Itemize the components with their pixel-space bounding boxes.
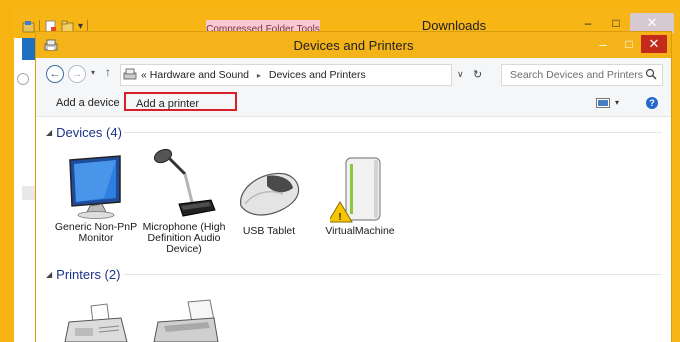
minimize-button[interactable]: – — [589, 35, 617, 53]
search-placeholder: Search Devices and Printers — [510, 69, 644, 81]
device-usb-tablet[interactable]: USB Tablet — [227, 164, 311, 237]
breadcrumb-overflow[interactable]: « — [141, 69, 147, 81]
search-icon[interactable] — [645, 68, 657, 80]
forward-button[interactable]: → — [68, 65, 86, 83]
group-divider — [124, 274, 662, 275]
new-folder-icon[interactable] — [61, 20, 74, 33]
monitor-icon — [69, 155, 121, 219]
background-back-arrow-icon[interactable] — [17, 73, 29, 85]
devices-printers-window-icon — [44, 39, 58, 51]
close-button[interactable]: ✕ — [641, 35, 667, 53]
back-button[interactable]: ← — [46, 65, 64, 83]
device-microphone[interactable]: Microphone (High Definition Audio Device… — [142, 144, 226, 255]
printers-group-label: Printers (2) — [56, 266, 121, 282]
device-label: Generic Non-PnP Monitor — [54, 221, 138, 244]
breadcrumb-devices-and-printers[interactable]: Devices and Printers — [269, 69, 366, 81]
add-printer-button[interactable]: Add a printer — [124, 92, 237, 111]
collapse-triangle-icon[interactable]: ◢ — [46, 270, 52, 279]
change-view-icon[interactable] — [596, 98, 610, 108]
background-close-button[interactable]: ✕ — [630, 13, 674, 33]
command-bar: Add a device Add a printer ▾ ? — [36, 90, 671, 117]
mouse-icon — [240, 172, 300, 216]
toolbar-separator — [39, 20, 40, 32]
group-divider — [124, 132, 662, 133]
up-button[interactable]: ↑ — [105, 65, 111, 79]
background-window-controls: – □ ✕ — [574, 13, 674, 33]
fax-icon — [64, 303, 128, 342]
background-minimize-button[interactable]: – — [574, 13, 602, 33]
device-virtual-machine[interactable]: ! VirtualMachine — [318, 156, 402, 237]
toolbar-separator — [87, 20, 89, 32]
view-options-dropdown[interactable]: ▾ — [615, 98, 619, 107]
new-document-icon[interactable] — [44, 20, 57, 33]
address-toolbar: ← → ▾ ↑ « Hardware and Sound ▸ Devices a… — [36, 58, 671, 90]
maximize-button[interactable]: □ — [617, 35, 641, 53]
help-button[interactable]: ? — [646, 97, 658, 109]
background-window-title: Downloads — [421, 18, 487, 33]
microphone-icon — [153, 148, 216, 217]
folder-properties-icon[interactable] — [22, 20, 35, 33]
breadcrumb: « Hardware and Sound ▸ Devices and Print… — [141, 69, 366, 81]
address-dropdown-icon[interactable]: ∨ — [457, 69, 464, 80]
refresh-button[interactable]: ↻ — [473, 68, 482, 81]
printer-icon — [153, 299, 219, 342]
printer-fax[interactable] — [54, 302, 138, 342]
computer-tower-icon: ! — [330, 157, 381, 223]
add-device-button[interactable]: Add a device — [56, 97, 120, 109]
device-label: Microphone (High Definition Audio Device… — [142, 221, 226, 255]
recent-locations-dropdown[interactable]: ▾ — [91, 68, 95, 77]
window-title: Devices and Printers — [293, 38, 414, 53]
devices-group-label: Devices (4) — [56, 124, 122, 140]
device-label: USB Tablet — [242, 225, 296, 237]
search-input[interactable]: Search Devices and Printers — [501, 64, 663, 86]
control-panel-icon — [123, 68, 137, 80]
breadcrumb-separator-icon[interactable]: ▸ — [257, 71, 261, 80]
printers-group-header[interactable]: ◢ Printers (2) — [46, 266, 120, 282]
collapse-triangle-icon[interactable]: ◢ — [46, 128, 52, 137]
devices-and-printers-window: Devices and Printers – □ ✕ ← → ▾ ↑ « Har… — [36, 32, 671, 342]
toolbar-customize-dropdown[interactable]: ▾ — [78, 21, 83, 32]
devices-group-header[interactable]: ◢ Devices (4) — [46, 124, 122, 140]
printer-device[interactable] — [142, 298, 226, 342]
background-maximize-button[interactable]: □ — [602, 13, 630, 33]
svg-text:!: ! — [338, 212, 341, 223]
device-generic-monitor[interactable]: Generic Non-PnP Monitor — [54, 154, 138, 244]
address-bar[interactable]: « Hardware and Sound ▸ Devices and Print… — [120, 64, 482, 86]
title-bar[interactable]: Devices and Printers – □ ✕ — [36, 32, 671, 58]
device-label: VirtualMachine — [325, 225, 395, 237]
breadcrumb-hardware-and-sound[interactable]: Hardware and Sound — [150, 69, 249, 81]
